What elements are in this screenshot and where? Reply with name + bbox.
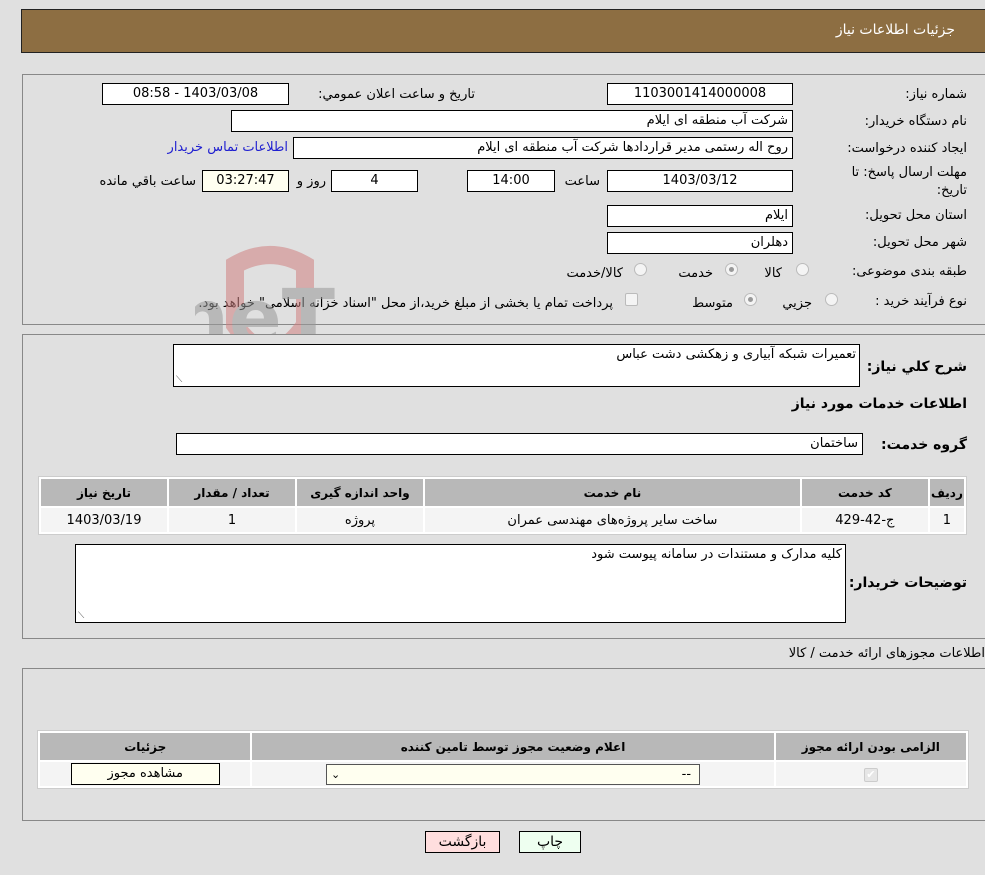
services-table-header: ردیف کد خدمت نام خدمت واحد اندازه گیری ت… <box>41 479 964 506</box>
city-label: شهر محل تحویل: <box>872 235 967 250</box>
treasury-label: پرداخت تمام یا بخشی از مبلغ خرید،از محل … <box>198 296 613 311</box>
category-radio-goods[interactable] <box>796 263 809 276</box>
category-radio-goods-service[interactable] <box>634 263 647 276</box>
process-option-minor: جزيي <box>782 296 812 311</box>
col-need-date: تاریخ نیاز <box>41 479 168 506</box>
cell-permit-details: مشاهده مجوز <box>40 762 251 786</box>
city-field: دهلران <box>607 232 793 254</box>
page-title: جزئیات اطلاعات نیاز <box>835 22 955 38</box>
resize-handle-icon[interactable]: ⟋ <box>78 612 84 621</box>
category-option-service: خدمت <box>678 266 713 281</box>
days-remaining-field: 4 <box>331 170 418 192</box>
buyer-contact-link[interactable]: اطلاعات تماس خریدار <box>168 140 288 155</box>
need-number-field: 1103001414000008 <box>607 83 793 105</box>
buyer-notes-text: کلیه مدارک و مستندات در سامانه پیوست شود <box>591 547 842 562</box>
col-unit: واحد اندازه گیری <box>297 479 423 506</box>
process-option-medium: متوسط <box>692 296 733 311</box>
deadline-date-field: 1403/03/12 <box>607 170 793 192</box>
category-option-goods: کالا <box>764 266 782 281</box>
permit-status-value: -- <box>681 766 692 782</box>
process-radio-minor[interactable] <box>825 293 838 306</box>
permits-table-header: الزامی بودن ارائه مجوز اعلام وضعیت مجوز … <box>40 733 966 760</box>
print-button[interactable]: چاپ <box>519 831 581 853</box>
col-service-code: کد خدمت <box>801 479 928 506</box>
services-section-title: اطلاعات خدمات مورد نیاز <box>791 396 967 412</box>
table-row: ✔ -- ⌄ مشاهده مجوز <box>40 762 966 786</box>
deadline-label-date: تاریخ: <box>936 183 967 198</box>
announce-datetime-field: 1403/03/08 - 08:58 <box>102 83 289 105</box>
need-number-label: شماره نیاز: <box>905 87 967 102</box>
service-group-field: ساختمان <box>176 433 863 455</box>
cell-permit-required: ✔ <box>775 762 966 786</box>
buyer-org-field: شرکت آب منطقه ای ایلام <box>231 110 793 132</box>
cell-row: 1 <box>929 508 964 532</box>
permit-status-select[interactable]: -- ⌄ <box>326 763 701 785</box>
permits-table-wrapper: الزامی بودن ارائه مجوز اعلام وضعیت مجوز … <box>37 730 969 789</box>
category-option-goods-service: کالا/خدمت <box>566 266 623 281</box>
deadline-time-label: ساعت <box>564 174 600 189</box>
remaining-time-field: 03:27:47 <box>202 170 289 192</box>
buyer-notes-textarea[interactable]: کلیه مدارک و مستندات در سامانه پیوست شود… <box>75 544 846 623</box>
announce-label: تاریخ و ساعت اعلان عمومي: <box>318 87 475 102</box>
creator-field: روح اله رستمی مدیر قراردادها شرکت آب منط… <box>293 137 793 159</box>
permit-required-checkbox[interactable]: ✔ <box>863 767 878 782</box>
creator-label: ایجاد کننده درخواست: <box>847 141 967 156</box>
view-permit-button[interactable]: مشاهده مجوز <box>70 763 220 785</box>
days-label: روز و <box>296 174 326 189</box>
table-row: 1 ج-42-429 ساخت سایر پروژه‌های مهندسی عم… <box>41 508 964 532</box>
col-permit-details: جزئیات <box>40 733 251 760</box>
process-radio-medium[interactable] <box>744 293 757 306</box>
buyer-org-label: نام دستگاه خریدار: <box>864 114 967 129</box>
deadline-label: مهلت ارسال پاسخ: تا <box>851 165 967 180</box>
col-service-name: نام خدمت <box>424 479 800 506</box>
services-table-wrapper: ردیف کد خدمت نام خدمت واحد اندازه گیری ت… <box>38 476 967 535</box>
cell-service-code: ج-42-429 <box>801 508 928 532</box>
cell-quantity: 1 <box>169 508 295 532</box>
cell-unit: پروژه <box>297 508 423 532</box>
resize-handle-icon[interactable]: ⟋ <box>176 376 182 385</box>
buyer-notes-label: توضیحات خریدار: <box>848 575 967 591</box>
deadline-time-field: 14:00 <box>467 170 555 192</box>
category-radio-service[interactable] <box>725 263 738 276</box>
chevron-down-icon: ⌄ <box>331 767 341 781</box>
col-row: ردیف <box>929 479 964 506</box>
summary-textarea[interactable]: تعمیرات شبکه آبیاری و زهکشی دشت عباس ⟋ <box>173 344 860 387</box>
remaining-time-label: ساعت باقي مانده <box>99 174 196 189</box>
col-permit-status: اعلام وضعیت مجوز توسط تامین کننده <box>252 733 774 760</box>
service-group-label: گروه خدمت: <box>881 437 967 453</box>
cell-service-name: ساخت سایر پروژه‌های مهندسی عمران <box>424 508 800 532</box>
permits-table: الزامی بودن ارائه مجوز اعلام وضعیت مجوز … <box>37 730 969 789</box>
col-permit-required: الزامی بودن ارائه مجوز <box>775 733 966 760</box>
back-button[interactable]: بازگشت <box>425 831 500 853</box>
province-field: ایلام <box>607 205 793 227</box>
permits-section-title: اطلاعات مجوزهای ارائه خدمت / کالا <box>788 646 985 661</box>
category-label: طبقه بندی موضوعی: <box>851 264 967 279</box>
summary-label: شرح کلي نیاز: <box>866 359 967 375</box>
treasury-checkbox[interactable] <box>625 293 638 306</box>
summary-text: تعمیرات شبکه آبیاری و زهکشی دشت عباس <box>616 347 856 362</box>
province-label: استان محل تحویل: <box>865 208 967 223</box>
services-table: ردیف کد خدمت نام خدمت واحد اندازه گیری ت… <box>38 476 967 535</box>
process-type-label: نوع فرآیند خرید : <box>875 294 967 309</box>
cell-need-date: 1403/03/19 <box>41 508 168 532</box>
cell-permit-status: -- ⌄ <box>252 762 774 786</box>
col-quantity: تعداد / مقدار <box>169 479 295 506</box>
